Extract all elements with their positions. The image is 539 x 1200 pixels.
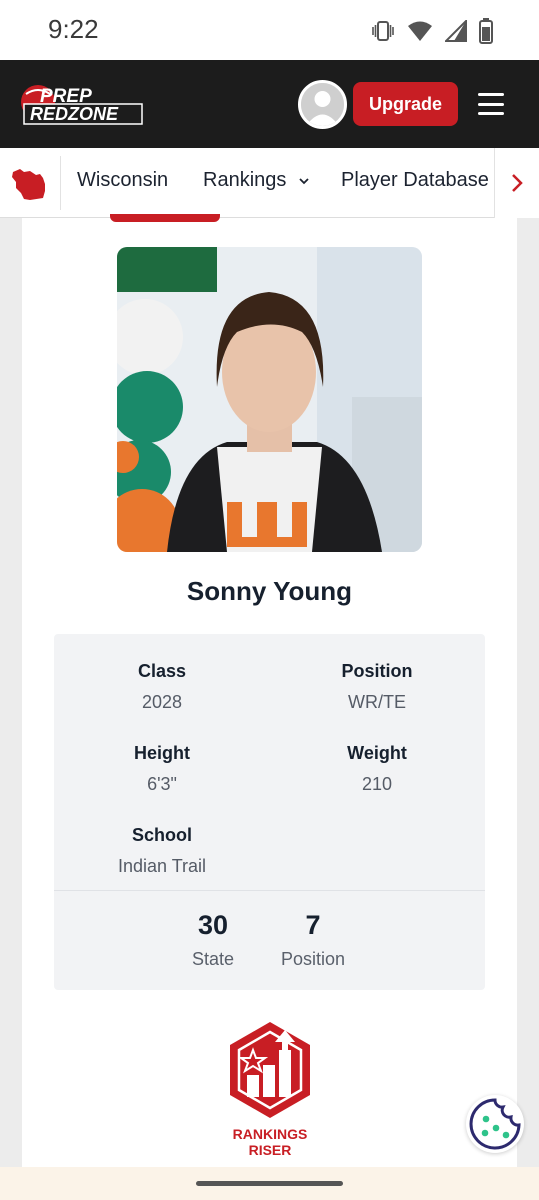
- nav-item-rankings[interactable]: Rankings: [203, 169, 310, 192]
- school-value[interactable]: Indian Trail: [62, 856, 262, 877]
- badge-line-1: RANKINGS: [232, 1126, 308, 1142]
- status-bar: 9:22: [0, 0, 539, 60]
- subnav-divider: [60, 156, 61, 210]
- home-indicator[interactable]: [196, 1181, 343, 1186]
- position-rank-value[interactable]: 7: [263, 910, 363, 941]
- subnav-scroll-right-button[interactable]: [494, 148, 539, 218]
- class-value: 2028: [141, 692, 183, 712]
- position-value: WR/TE: [348, 692, 406, 712]
- card-top-tab[interactable]: [110, 214, 220, 222]
- nav-item-wisconsin[interactable]: Wisconsin: [77, 169, 168, 192]
- position-rank-label: Position: [280, 949, 346, 969]
- vibrate-icon: [372, 21, 394, 41]
- hamburger-menu-icon[interactable]: [474, 90, 508, 118]
- height-label: Height: [134, 743, 190, 763]
- player-photo: [117, 247, 422, 552]
- rankings-riser-badge-icon: [230, 1022, 310, 1118]
- wifi-icon: [408, 21, 432, 41]
- cookie-icon: [469, 1098, 521, 1150]
- chevron-down-icon: [299, 178, 309, 184]
- upgrade-button[interactable]: Upgrade: [353, 82, 458, 126]
- nav-item-rankings-label: Rankings: [203, 169, 287, 191]
- logo-text-redzone: REDZONE: [30, 104, 119, 124]
- user-avatar[interactable]: [298, 80, 347, 129]
- height-value: 6'3": [147, 774, 177, 794]
- nav-item-player-database[interactable]: Player Database: [341, 169, 489, 192]
- rankings-riser-badge-label: RANKINGS RISER: [200, 1126, 340, 1158]
- weight-label: Weight: [347, 743, 407, 763]
- chevron-right-icon: [512, 174, 523, 192]
- site-header: PREP REDZONE Upgrade: [0, 60, 539, 148]
- status-icons: [371, 18, 493, 44]
- position-label: Position: [341, 661, 413, 681]
- state-rank-label: State: [191, 949, 235, 969]
- battery-icon: [479, 18, 493, 44]
- signal-icon: [445, 20, 467, 42]
- class-label: Class: [137, 661, 187, 681]
- weight-value: 210: [361, 774, 393, 794]
- cookie-settings-button[interactable]: [466, 1095, 524, 1153]
- prep-redzone-logo[interactable]: PREP REDZONE: [20, 82, 144, 128]
- wisconsin-map-icon[interactable]: [10, 166, 50, 202]
- status-time: 9:22: [48, 14, 99, 44]
- badge-line-2: RISER: [248, 1142, 292, 1158]
- school-link[interactable]: Indian Trail: [118, 856, 206, 876]
- school-label: School: [131, 825, 192, 845]
- player-name: Sonny Young: [186, 576, 353, 606]
- state-rank-value[interactable]: 30: [163, 910, 263, 941]
- info-divider: [54, 890, 485, 891]
